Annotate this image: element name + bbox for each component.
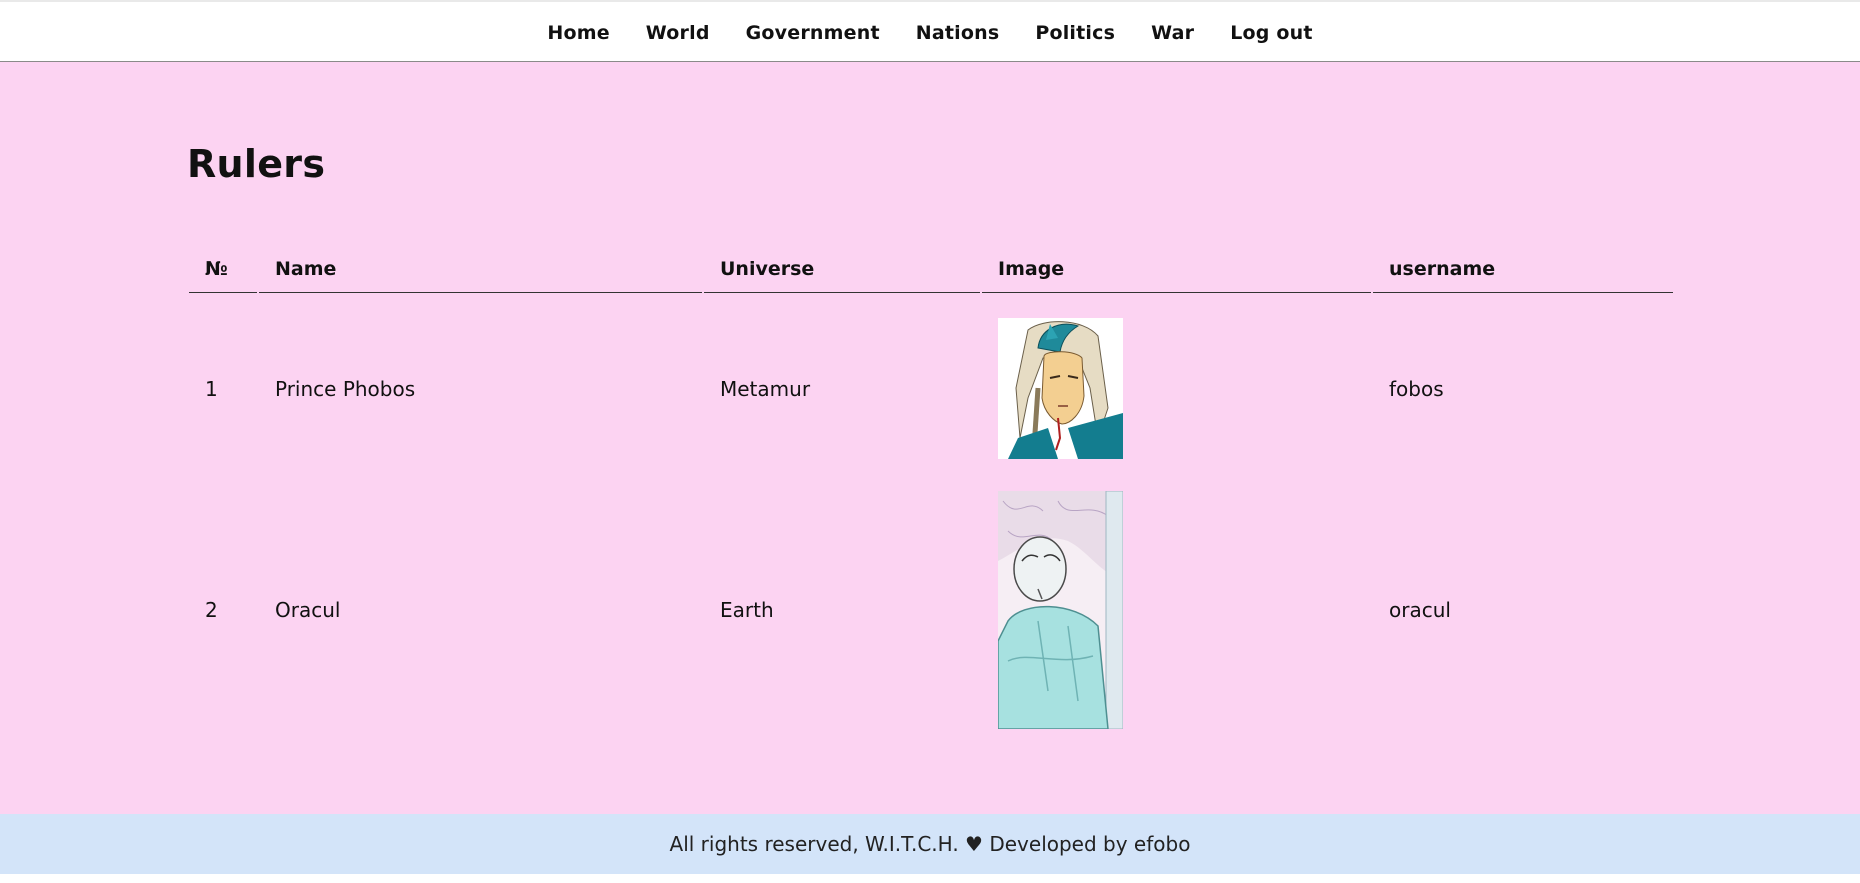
nav-home-link[interactable]: Home [547,22,609,44]
row-username: oracul [1389,597,1451,622]
header-number: № [189,248,257,293]
nav-world-link[interactable]: World [646,22,710,44]
row-number: 1 [205,376,218,401]
row-number: 2 [205,597,218,622]
row-image-cell [982,293,1371,474]
table-header-row: № Name Universe Image username [189,248,1673,293]
header-username: username [1373,248,1673,293]
nav-government-link[interactable]: Government [746,22,880,44]
bottom-edge [0,874,1860,883]
nav-war-link[interactable]: War [1151,22,1194,44]
portrait-oracul-image [998,490,1123,729]
top-navigation-bar: Home World Government Nations Politics W… [0,0,1860,62]
page-title: Rulers [187,142,326,186]
nav-nations-link[interactable]: Nations [916,22,1000,44]
rulers-table: № Name Universe Image username 1 Prince … [187,248,1675,745]
table-row: 2 Oracul Earth oracul [189,474,1673,745]
row-name: Prince Phobos [275,376,416,401]
page-footer: All rights reserved, W.I.T.C.H. ♥ Develo… [0,814,1860,874]
row-universe: Metamur [720,376,811,401]
main-nav: Home World Government Nations Politics W… [0,2,1860,64]
portrait-prince-phobos-image [998,318,1123,459]
header-image: Image [982,248,1371,293]
row-username: fobos [1389,376,1444,401]
table-row: 1 Prince Phobos Metamur fobos [189,293,1673,474]
nav-politics-link[interactable]: Politics [1035,22,1115,44]
row-name: Oracul [275,597,341,622]
footer-text: All rights reserved, W.I.T.C.H. ♥ Develo… [669,832,1191,856]
row-image-cell [982,474,1371,745]
nav-logout-link[interactable]: Log out [1230,22,1312,44]
header-universe: Universe [704,248,980,293]
row-universe: Earth [720,597,774,622]
header-name: Name [259,248,702,293]
main-content: Rulers № Name Universe Image username 1 … [0,62,1860,814]
